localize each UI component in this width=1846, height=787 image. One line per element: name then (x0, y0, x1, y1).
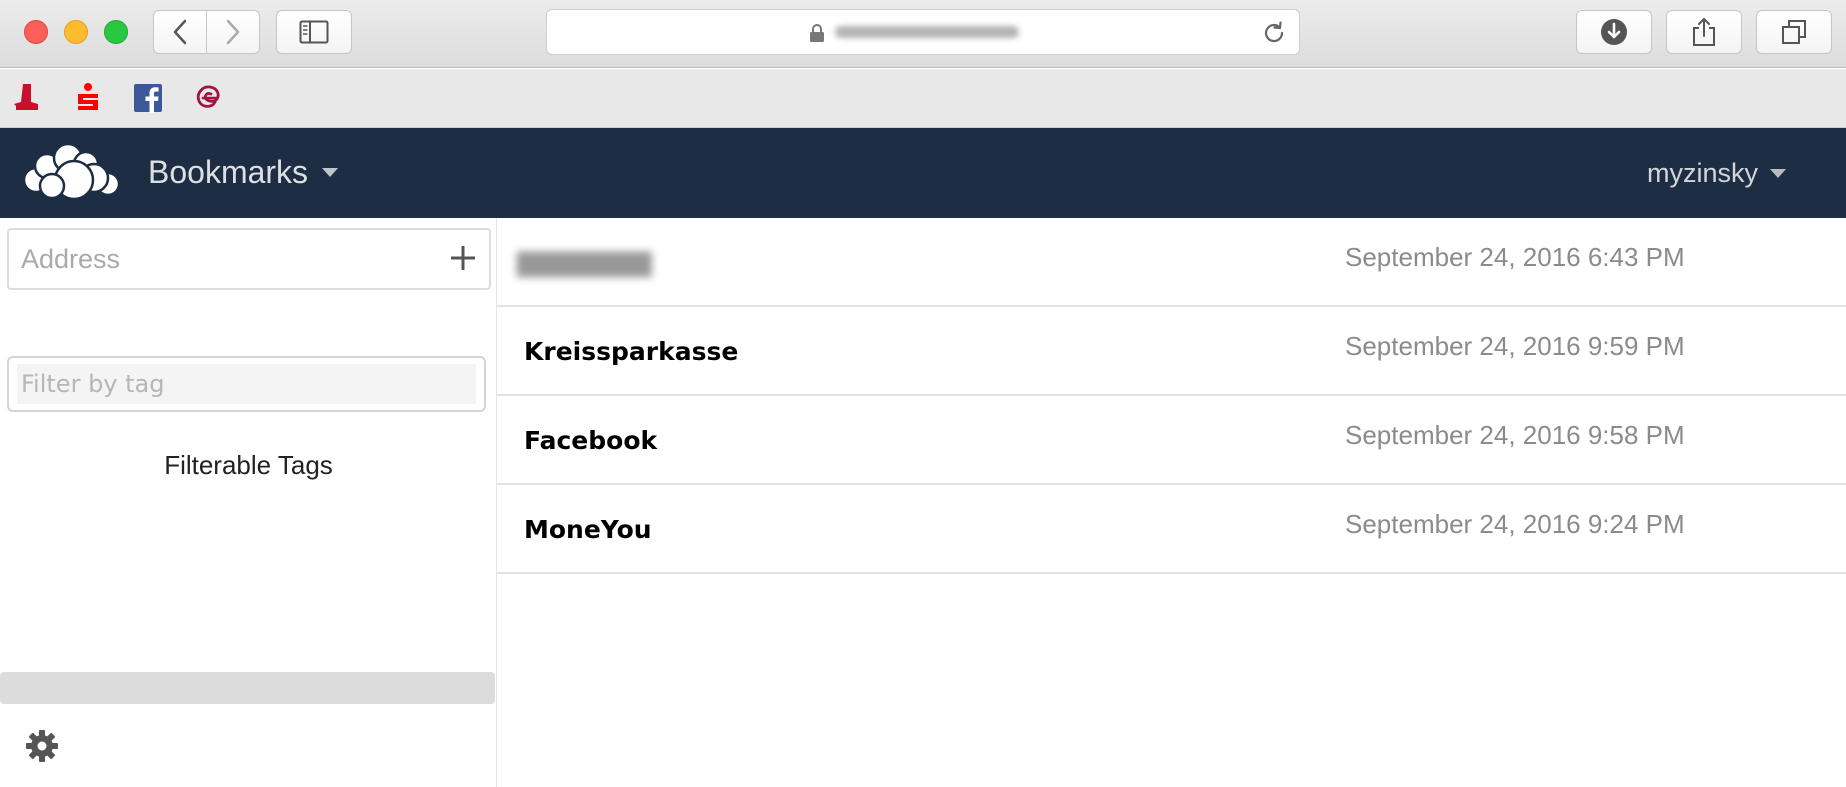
app-name: Bookmarks (148, 154, 309, 190)
bookmark-row[interactable]: MoneYou September 24, 2016 9:24 PM (497, 485, 1846, 574)
facebook-icon (134, 84, 162, 113)
username: myzinsky (1646, 158, 1758, 188)
navigation-buttons (153, 10, 261, 54)
favorite-facebook[interactable] (131, 81, 165, 115)
boot-icon (14, 84, 38, 110)
bookmark-date: September 24, 2016 9:59 PM (1345, 331, 1685, 361)
gear-icon[interactable] (24, 728, 60, 764)
bookmark-list: ▇▇▇▇▇▇▇ September 24, 2016 6:43 PM Kreis… (497, 218, 1846, 787)
tabs-icon (1782, 20, 1806, 44)
caret-down-icon (1770, 169, 1786, 178)
bookmark-row[interactable]: Kreissparkasse September 24, 2016 9:59 P… (497, 307, 1846, 396)
favorite-moneyou[interactable] (192, 81, 226, 115)
horizontal-scrollbar[interactable] (0, 672, 495, 704)
favorites-bar (0, 69, 1846, 128)
back-button[interactable] (153, 10, 207, 54)
bookmark-date: September 24, 2016 6:43 PM (1345, 242, 1685, 272)
lock-icon (810, 24, 824, 42)
favorite-boot[interactable] (10, 81, 44, 115)
plus-icon (451, 246, 475, 270)
favorite-sparkasse[interactable] (71, 81, 105, 115)
bookmark-row[interactable]: ▇▇▇▇▇▇▇ September 24, 2016 6:43 PM (497, 218, 1846, 307)
caret-down-icon (322, 168, 339, 177)
share-button[interactable] (1666, 10, 1742, 54)
app-menu-toggle[interactable]: Bookmarks (148, 154, 339, 191)
filterable-tags-heading: Filterable Tags (164, 450, 333, 480)
bookmark-row[interactable]: Facebook September 24, 2016 9:58 PM (497, 396, 1846, 485)
bookmark-title[interactable]: Facebook (524, 426, 657, 455)
zoom-window-button[interactable] (104, 20, 128, 44)
add-bookmark-button[interactable] (445, 240, 481, 276)
close-window-button[interactable] (24, 20, 48, 44)
bookmark-date: September 24, 2016 9:24 PM (1345, 509, 1685, 539)
downloads-button[interactable] (1576, 10, 1652, 54)
bookmark-title-redacted: ▇▇▇▇▇▇▇ (517, 248, 652, 277)
forward-button[interactable] (206, 10, 260, 54)
tag-filter-input[interactable] (17, 364, 476, 404)
address-input[interactable] (9, 230, 429, 288)
tabs-overview-button[interactable] (1756, 10, 1832, 54)
tag-filter-box (7, 356, 486, 412)
share-icon (1693, 18, 1715, 46)
bookmark-date: September 24, 2016 9:58 PM (1345, 420, 1685, 450)
chevron-right-icon (226, 19, 240, 45)
sparkasse-icon (78, 83, 98, 110)
browser-toolbar (0, 0, 1846, 68)
bookmark-title[interactable]: MoneYou (524, 515, 652, 544)
user-menu[interactable]: myzinsky (1647, 158, 1786, 189)
reload-icon[interactable] (1261, 20, 1287, 46)
app-header: Bookmarks myzinsky (0, 128, 1846, 218)
sidebar-icon (299, 20, 329, 44)
download-icon (1601, 19, 1627, 45)
sidebar: Filterable Tags (0, 218, 497, 787)
bookmark-title[interactable]: Kreissparkasse (524, 337, 738, 366)
moneyou-icon (196, 85, 220, 108)
browser-address-bar[interactable] (546, 9, 1300, 55)
minimize-window-button[interactable] (64, 20, 88, 44)
owncloud-logo-icon[interactable] (20, 142, 124, 202)
url-text (835, 26, 1019, 38)
add-bookmark-form (7, 228, 491, 290)
sidebar-toggle-button[interactable] (276, 10, 352, 54)
chevron-left-icon (173, 19, 187, 45)
